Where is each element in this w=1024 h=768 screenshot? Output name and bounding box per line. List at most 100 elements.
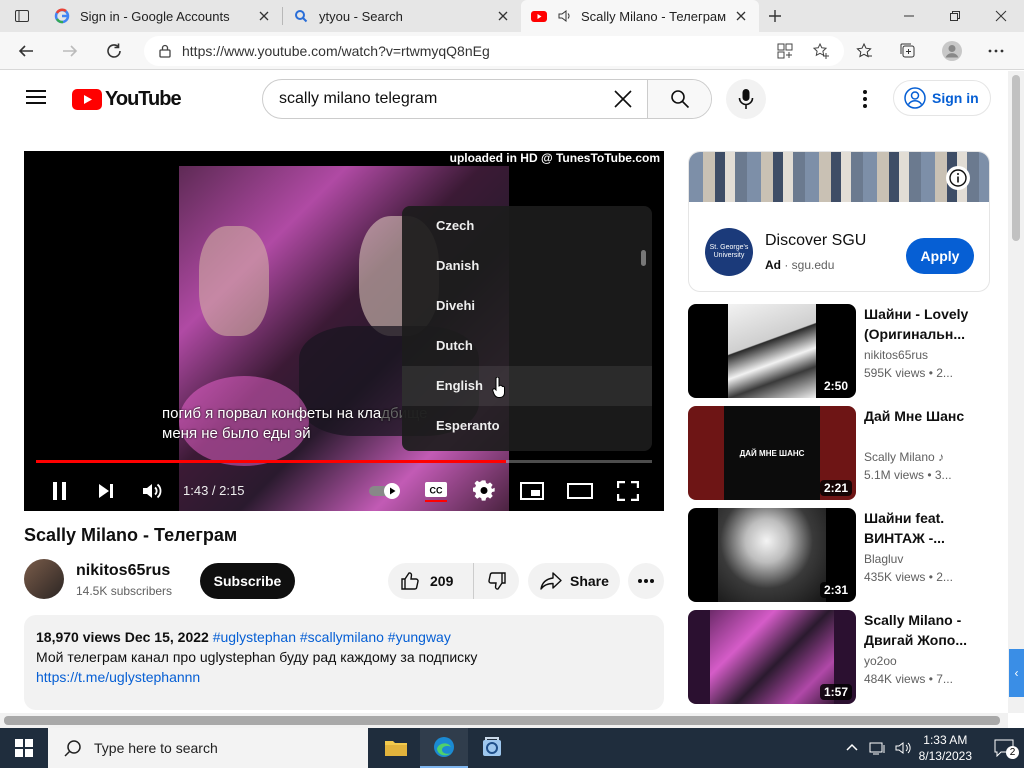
- like-dislike-group: 209: [388, 563, 519, 599]
- collections-button[interactable]: [890, 35, 926, 67]
- start-button[interactable]: [0, 728, 48, 768]
- channel-avatar[interactable]: [24, 559, 64, 599]
- sign-in-button[interactable]: Sign in: [893, 80, 991, 116]
- more-vertical-icon[interactable]: [853, 89, 877, 109]
- channel-name[interactable]: nikitos65rus: [76, 562, 170, 580]
- tab-ytyou-search[interactable]: ytyou - Search: [283, 0, 521, 32]
- horizontal-scroll-thumb[interactable]: [4, 716, 1000, 725]
- refresh-button[interactable]: [96, 35, 132, 67]
- vertical-scroll-thumb[interactable]: [1012, 75, 1020, 241]
- profile-button[interactable]: [934, 35, 970, 67]
- language-menu-scrollbar[interactable]: [641, 250, 646, 266]
- recommendation-views: 435K views • 2...: [864, 570, 953, 584]
- pause-button[interactable]: [44, 475, 76, 507]
- language-option-danish[interactable]: Danish: [402, 246, 652, 286]
- restore-button[interactable]: [932, 0, 978, 32]
- share-button[interactable]: Share: [528, 563, 620, 599]
- video-watermark: uploaded in HD @ TunesToTube.com: [449, 151, 660, 165]
- vertical-scrollbar[interactable]: [1008, 71, 1024, 713]
- mute-button[interactable]: [137, 475, 169, 507]
- refresh-icon: [107, 43, 121, 58]
- recommendation-item[interactable]: 1:57 Scally Milano - Двигай Жопо... yo2o…: [688, 610, 1008, 706]
- recommendation-item[interactable]: ДАЙ МНЕ ШАНС 2:21 Дай Мне Шанс Scally Mi…: [688, 406, 1008, 502]
- clock[interactable]: 1:33 AM 8/13/2023: [919, 732, 972, 764]
- volume-icon: [143, 483, 162, 499]
- app-icon-3[interactable]: [468, 728, 516, 768]
- language-option-divehi[interactable]: Divehi: [402, 286, 652, 326]
- more-actions-button[interactable]: [628, 563, 664, 599]
- favorites-button[interactable]: [846, 35, 882, 67]
- dislike-button[interactable]: [474, 571, 519, 591]
- notification-center-button[interactable]: 2: [984, 728, 1024, 768]
- language-option-czech[interactable]: Czech: [402, 206, 652, 246]
- tab-actions-button[interactable]: [0, 0, 44, 32]
- subtitles-button[interactable]: CC: [420, 475, 452, 507]
- horizontal-scrollbar[interactable]: [0, 713, 1008, 728]
- ad-title: Discover SGU: [765, 232, 867, 249]
- close-window-button[interactable]: [978, 0, 1024, 32]
- clear-search-button[interactable]: [605, 80, 641, 118]
- fullscreen-button[interactable]: [612, 475, 644, 507]
- next-button[interactable]: [90, 475, 122, 507]
- apply-button[interactable]: Apply: [906, 238, 974, 274]
- lock-icon[interactable]: [158, 44, 172, 58]
- search-button[interactable]: [647, 80, 711, 118]
- taskbar-search-box[interactable]: Type here to search: [48, 728, 368, 768]
- search-input[interactable]: scally milano telegram: [263, 90, 605, 108]
- speaker-icon[interactable]: [557, 8, 573, 24]
- tab-actions-icon: [15, 10, 29, 22]
- minimize-icon: [904, 15, 914, 17]
- ad-info-button[interactable]: [946, 166, 970, 190]
- ad-card[interactable]: St. George's University Discover SGU Ad …: [688, 151, 990, 292]
- language-option-dutch[interactable]: Dutch: [402, 326, 652, 366]
- recommendation-item[interactable]: 2:50 Шайни - Lovely (Оригинальн... nikit…: [688, 304, 1008, 400]
- video-player[interactable]: uploaded in HD @ TunesToTube.com погиб я…: [24, 151, 664, 511]
- apps-icon[interactable]: [776, 42, 794, 60]
- youtube-logo[interactable]: YouTube: [72, 88, 182, 111]
- tab-google-accounts[interactable]: Sign in - Google Accounts: [44, 0, 282, 32]
- share-icon: [540, 572, 562, 590]
- url-field[interactable]: https://www.youtube.com/watch?v=rtwmyqQ8…: [144, 36, 844, 66]
- voice-search-button[interactable]: [726, 79, 766, 119]
- thumbs-up-icon: [401, 572, 419, 590]
- edge-browser-icon: [434, 737, 454, 757]
- video-description[interactable]: 18,970 views Dec 15, 2022 #uglystephan #…: [24, 615, 664, 710]
- gear-icon: [473, 480, 495, 501]
- network-icon[interactable]: [869, 741, 887, 755]
- like-count: 209: [430, 573, 454, 589]
- subscribe-button[interactable]: Subscribe: [200, 563, 295, 599]
- edge-app[interactable]: [420, 728, 468, 768]
- add-favorite-icon[interactable]: [812, 42, 830, 60]
- sidebar-toggle-button[interactable]: ‹: [1009, 649, 1024, 697]
- close-tab-icon[interactable]: [733, 8, 749, 24]
- theater-mode-button[interactable]: [564, 475, 596, 507]
- progress-bar[interactable]: [36, 460, 652, 463]
- plus-icon: [769, 10, 781, 22]
- file-explorer-app[interactable]: [372, 728, 420, 768]
- recommendation-item[interactable]: 2:31 Шайни feat. ВИНТАЖ -... Blagluv 435…: [688, 508, 1008, 604]
- forward-button[interactable]: [52, 35, 88, 67]
- language-option-esperanto[interactable]: Esperanto: [402, 406, 652, 446]
- minimize-button[interactable]: [886, 0, 932, 32]
- volume-icon[interactable]: [895, 741, 911, 755]
- music-note-icon: ♪: [938, 450, 945, 464]
- autoplay-toggle[interactable]: [367, 475, 403, 507]
- chevron-up-icon[interactable]: [845, 741, 859, 755]
- back-button[interactable]: [8, 35, 44, 67]
- browser-tab-bar: Sign in - Google Accounts ytyou - Search…: [0, 0, 1024, 32]
- hashtags[interactable]: #uglystephan #scallymilano #yungway: [213, 629, 451, 645]
- description-link[interactable]: https://t.me/uglystephannn: [36, 667, 652, 687]
- tab-scally-milano[interactable]: Scally Milano - Телеграм - Y: [521, 0, 759, 32]
- clock-time: 1:33 AM: [923, 733, 968, 747]
- settings-button[interactable]: [468, 475, 500, 507]
- close-tab-icon[interactable]: [256, 8, 272, 24]
- miniplayer-button[interactable]: [516, 475, 548, 507]
- tab-title: Sign in - Google Accounts: [80, 8, 230, 24]
- settings-more-button[interactable]: [978, 35, 1014, 67]
- menu-icon[interactable]: [26, 89, 46, 105]
- like-button[interactable]: 209: [388, 563, 474, 599]
- language-option-english[interactable]: English: [402, 366, 652, 406]
- subtitle-language-menu: Czech Danish Divehi Dutch English Espera…: [402, 206, 652, 451]
- new-tab-button[interactable]: [759, 0, 791, 32]
- close-tab-icon[interactable]: [495, 8, 511, 24]
